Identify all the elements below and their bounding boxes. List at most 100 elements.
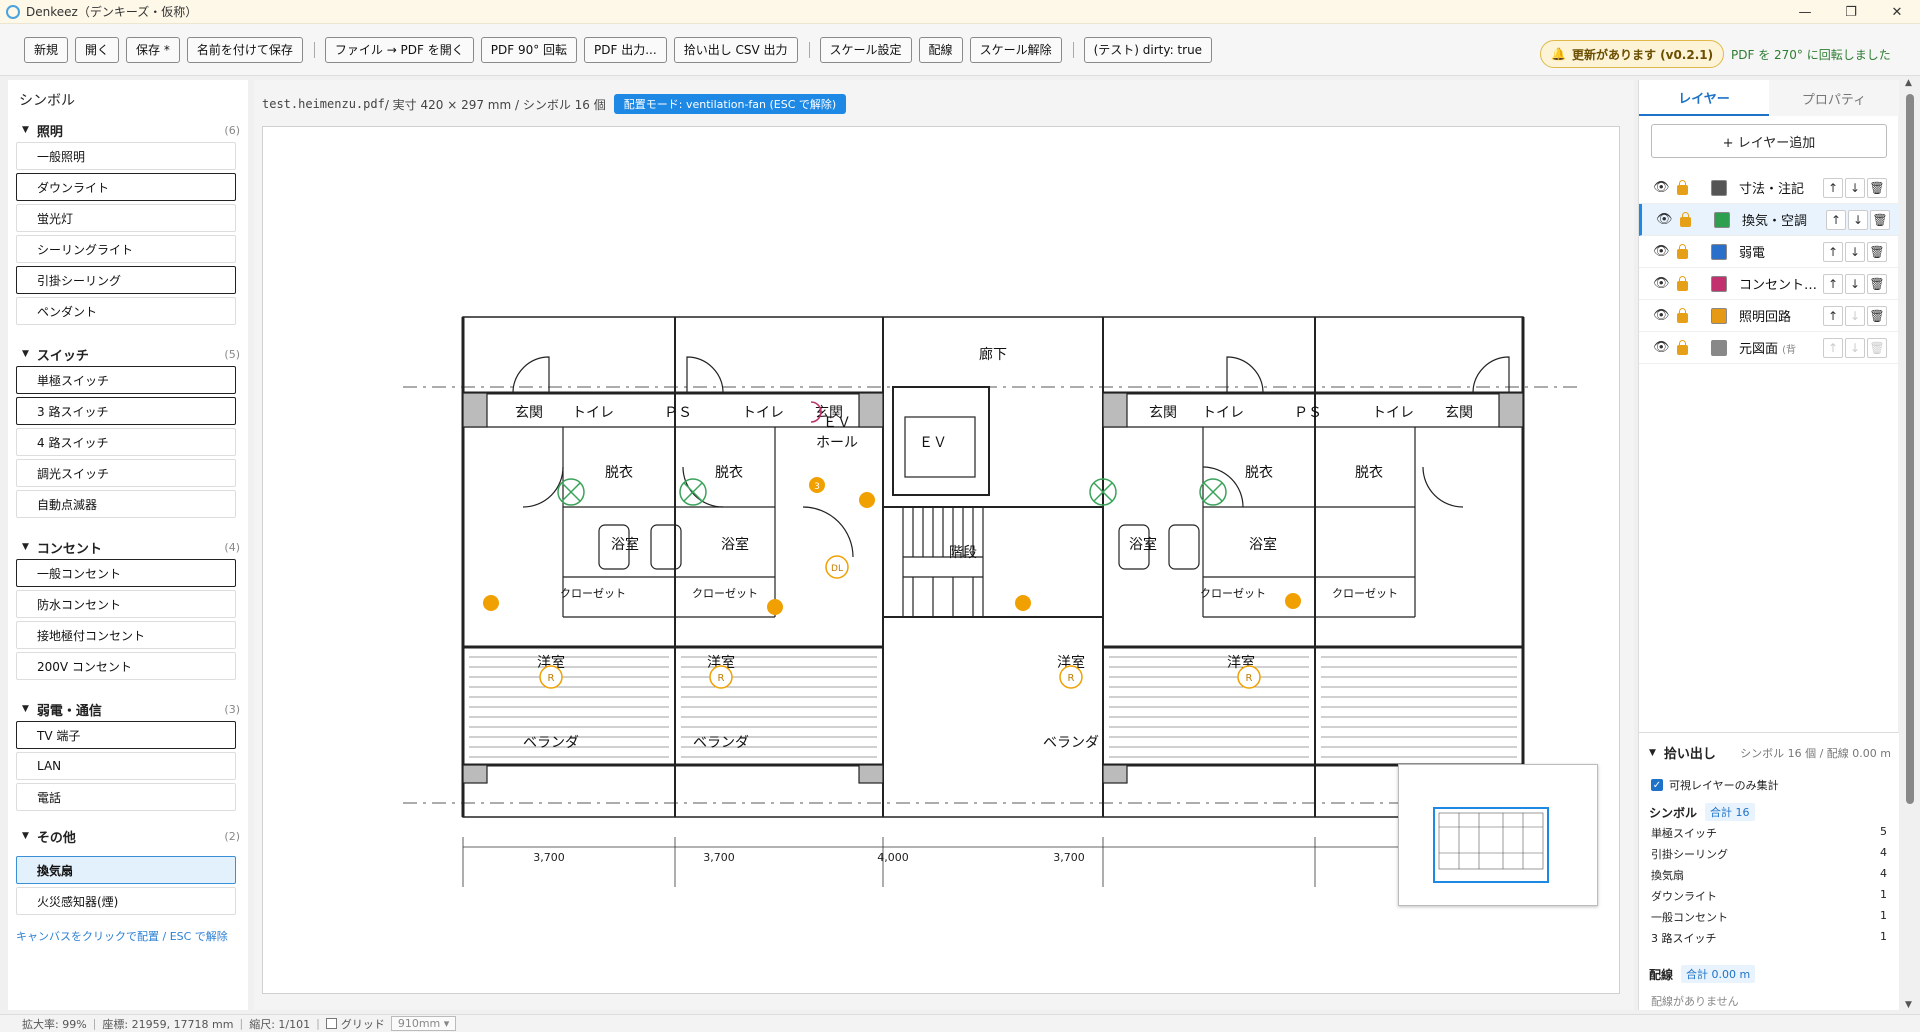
export-csv-button[interactable]: 拾い出し CSV 出力 — [673, 36, 798, 63]
scale-settings-button[interactable]: スケール設定 — [819, 36, 912, 63]
switch-symbol[interactable] — [1285, 593, 1301, 609]
layer-row[interactable]: 👁 弱電 ↑ ↓ 🗑 — [1639, 236, 1899, 268]
minimap-viewport[interactable] — [1433, 807, 1549, 883]
save-button[interactable]: 保存 * — [126, 36, 180, 63]
category-low-voltage[interactable]: ▼ 弱電・通信 (3) — [22, 699, 240, 719]
symbol-item[interactable]: ダウンライト — [16, 173, 236, 201]
symbol-item[interactable]: 自動点滅器 — [16, 490, 236, 518]
eye-icon[interactable]: 👁 — [1653, 340, 1670, 355]
symbol-item[interactable]: LAN — [16, 752, 236, 780]
open-button[interactable]: 開く — [75, 36, 120, 63]
lock-icon[interactable] — [1677, 244, 1688, 259]
move-down-button[interactable]: ↓ — [1845, 178, 1865, 198]
switch-symbol[interactable] — [1015, 595, 1031, 611]
symbol-item[interactable]: 200V コンセント — [16, 652, 236, 680]
delete-layer-button[interactable]: 🗑 — [1867, 274, 1887, 294]
layer-color-swatch[interactable] — [1711, 243, 1727, 260]
delete-layer-button[interactable]: 🗑 — [1867, 178, 1887, 198]
symbol-item[interactable]: 単極スイッチ — [16, 366, 236, 394]
move-up-button[interactable]: ↑ — [1823, 242, 1843, 262]
symbol-item[interactable]: 電話 — [16, 783, 236, 811]
visible-only-checkbox[interactable]: ✓ 可視レイヤーのみ集計 — [1651, 777, 1779, 793]
layer-row[interactable]: 👁 元図面 (背 ↑ ↓ 🗑 — [1639, 332, 1899, 364]
category-other[interactable]: ▼ その他 (2) — [22, 826, 240, 846]
clear-scale-button[interactable]: スケール解除 — [969, 36, 1062, 63]
switch-symbol[interactable] — [859, 492, 875, 508]
delete-layer-button[interactable]: 🗑 — [1870, 210, 1890, 230]
layer-row[interactable]: 👁 照明回路 ↑ ↓ 🗑 — [1639, 300, 1899, 332]
minimap[interactable] — [1398, 764, 1598, 906]
grid-size-select[interactable]: 910mm ▾ — [390, 1016, 457, 1031]
scroll-up-icon[interactable]: ▲ — [1905, 78, 1912, 88]
vertical-scrollbar[interactable]: ▲ ▼ — [1900, 78, 1920, 1014]
minimize-button[interactable]: — — [1782, 0, 1828, 24]
symbol-item-ventilation-fan[interactable]: 換気扇 — [16, 856, 236, 884]
symbol-item[interactable]: 一般照明 — [16, 142, 236, 170]
move-up-button[interactable]: ↑ — [1823, 178, 1843, 198]
grid-checkbox[interactable] — [325, 1018, 337, 1029]
move-up-button[interactable]: ↑ — [1823, 338, 1843, 358]
move-down-button[interactable]: ↓ — [1848, 210, 1868, 230]
save-as-button[interactable]: 名前を付けて保存 — [186, 36, 303, 63]
switch-symbol[interactable] — [767, 599, 783, 615]
symbol-item[interactable]: 蛍光灯 — [16, 204, 236, 232]
symbol-item[interactable]: 調光スイッチ — [16, 459, 236, 487]
tab-layers[interactable]: レイヤー — [1639, 80, 1769, 116]
tab-properties[interactable]: プロパティ — [1769, 80, 1899, 116]
category-switch[interactable]: ▼ スイッチ (5) — [22, 344, 240, 364]
eye-icon[interactable]: 👁 — [1656, 212, 1673, 227]
lock-icon[interactable] — [1677, 180, 1688, 195]
layer-row[interactable]: 👁 コンセント回路 ↑ ↓ 🗑 — [1639, 268, 1899, 300]
symbol-item[interactable]: 防水コンセント — [16, 590, 236, 618]
symbol-item[interactable]: ペンダント — [16, 297, 236, 325]
eye-icon[interactable]: 👁 — [1653, 276, 1670, 291]
move-up-button[interactable]: ↑ — [1823, 274, 1843, 294]
layer-color-swatch[interactable] — [1711, 179, 1727, 196]
close-button[interactable]: ✕ — [1874, 0, 1920, 24]
move-up-button[interactable]: ↑ — [1826, 210, 1846, 230]
category-outlet[interactable]: ▼ コンセント (4) — [22, 537, 240, 557]
symbol-item[interactable]: 火災感知器(煙) — [16, 887, 236, 915]
symbol-item[interactable]: 接地極付コンセント — [16, 621, 236, 649]
lock-icon[interactable] — [1677, 340, 1688, 355]
layer-color-swatch[interactable] — [1714, 211, 1730, 228]
scrollbar-thumb[interactable] — [1906, 94, 1914, 804]
scroll-down-icon[interactable]: ▼ — [1905, 1000, 1912, 1010]
delete-layer-button[interactable]: 🗑 — [1867, 242, 1887, 262]
takeoff-header[interactable]: ▼ 拾い出し — [1649, 743, 1716, 762]
delete-layer-button[interactable]: 🗑 — [1867, 306, 1887, 326]
move-down-button[interactable]: ↓ — [1845, 242, 1865, 262]
lock-icon[interactable] — [1680, 212, 1691, 227]
maximize-button[interactable]: ❐ — [1828, 0, 1874, 24]
move-down-button[interactable]: ↓ — [1845, 306, 1865, 326]
dirty-test-button[interactable]: (テスト) dirty: true — [1083, 36, 1213, 63]
switch-symbol[interactable] — [483, 595, 499, 611]
eye-icon[interactable]: 👁 — [1653, 244, 1670, 259]
lock-icon[interactable] — [1677, 308, 1688, 323]
rotate-pdf-button[interactable]: PDF 90° 回転 — [480, 36, 578, 63]
ventilation-fan-symbol[interactable] — [1199, 478, 1227, 506]
ventilation-fan-symbol[interactable] — [679, 478, 707, 506]
symbol-item[interactable]: 4 路スイッチ — [16, 428, 236, 456]
layer-row[interactable]: 👁 寸法・注記 ↑ ↓ 🗑 — [1639, 172, 1899, 204]
layer-color-swatch[interactable] — [1711, 307, 1727, 324]
open-pdf-button[interactable]: ファイル → PDF を開く — [324, 36, 474, 63]
ventilation-fan-symbol[interactable] — [557, 478, 585, 506]
add-layer-button[interactable]: + レイヤー追加 — [1651, 124, 1887, 158]
symbol-item[interactable]: シーリングライト — [16, 235, 236, 263]
move-down-button[interactable]: ↓ — [1845, 274, 1865, 294]
wiring-button[interactable]: 配線 — [918, 36, 963, 63]
layer-color-swatch[interactable] — [1711, 275, 1727, 292]
move-down-button[interactable]: ↓ — [1845, 338, 1865, 358]
eye-icon[interactable]: 👁 — [1653, 308, 1670, 323]
new-button[interactable]: 新規 — [24, 36, 69, 63]
export-pdf-button[interactable]: PDF 出力... — [584, 36, 667, 63]
symbol-item[interactable]: 一般コンセント — [16, 559, 236, 587]
eye-icon[interactable]: 👁 — [1653, 180, 1670, 195]
update-available-badge[interactable]: 🔔 更新があります (v0.2.1) — [1540, 40, 1725, 68]
category-lighting[interactable]: ▼ 照明 (6) — [22, 120, 240, 140]
checkbox-checked-icon[interactable]: ✓ — [1651, 779, 1663, 791]
delete-layer-button[interactable]: 🗑 — [1867, 338, 1887, 358]
move-up-button[interactable]: ↑ — [1823, 306, 1843, 326]
layer-color-swatch[interactable] — [1711, 339, 1727, 356]
